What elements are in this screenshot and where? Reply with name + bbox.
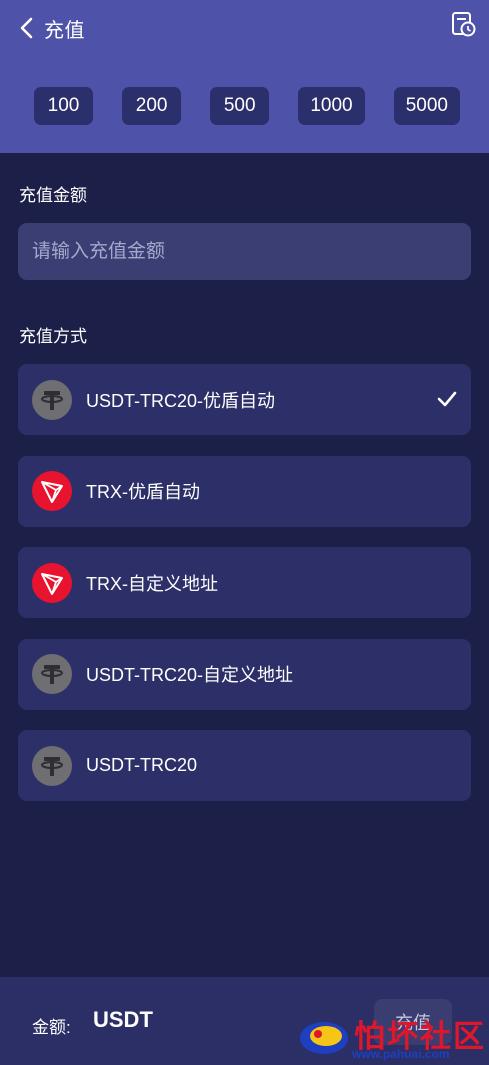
- chevron-left-icon: [20, 17, 33, 39]
- header-bar: 充值 100 200 500 1000 5000: [0, 0, 489, 153]
- method-trx-custom-address[interactable]: TRX-自定义地址: [18, 547, 471, 618]
- method-label: USDT-TRC20: [86, 755, 198, 775]
- page-title: 充值: [44, 19, 85, 42]
- amount-preset-200[interactable]: 200: [122, 87, 182, 125]
- footer-currency: USDT: [93, 1007, 153, 1032]
- amount-input-container: [18, 223, 471, 280]
- amount-preset-500[interactable]: 500: [210, 87, 270, 125]
- tether-icon: [32, 379, 72, 420]
- amount-preset-1000[interactable]: 1000: [298, 87, 365, 125]
- method-usdt-trc20[interactable]: USDT-TRC20: [18, 730, 471, 801]
- amount-section-label: 充值金额: [19, 186, 87, 205]
- checkmark-icon: [437, 391, 457, 407]
- method-trx-auto[interactable]: TRX-优盾自动: [18, 455, 471, 527]
- amount-preset-100[interactable]: 100: [34, 87, 93, 125]
- method-usdt-trc20-custom-address[interactable]: USDT-TRC20-自定义地址: [18, 638, 471, 710]
- history-icon[interactable]: [449, 10, 477, 38]
- payment-method-list: USDT-TRC20-优盾自动 TRX-优盾自动 TRX-自定义地址 USDT-…: [18, 364, 471, 822]
- amount-input[interactable]: [18, 223, 471, 280]
- method-label: USDT-TRC20-优盾自动: [86, 390, 276, 411]
- method-label: USDT-TRC20-自定义地址: [86, 665, 294, 685]
- footer-amount-label: 金额:: [32, 1018, 71, 1037]
- tether-icon: [32, 745, 72, 786]
- method-section-label: 充值方式: [19, 327, 87, 346]
- amount-preset-row: 100 200 500 1000 5000: [0, 87, 489, 125]
- tron-icon: [32, 562, 72, 603]
- method-usdt-trc20-auto[interactable]: USDT-TRC20-优盾自动: [18, 364, 471, 435]
- tron-icon: [32, 471, 72, 511]
- method-label: TRX-自定义地址: [86, 573, 218, 594]
- method-label: TRX-优盾自动: [86, 482, 200, 502]
- amount-preset-5000[interactable]: 5000: [393, 87, 460, 125]
- tether-icon: [32, 654, 72, 694]
- submit-recharge-button[interactable]: 充值: [374, 999, 452, 1045]
- footer-bar: 金额: USDT 充值: [0, 977, 489, 1065]
- back-button[interactable]: 充值: [18, 12, 85, 44]
